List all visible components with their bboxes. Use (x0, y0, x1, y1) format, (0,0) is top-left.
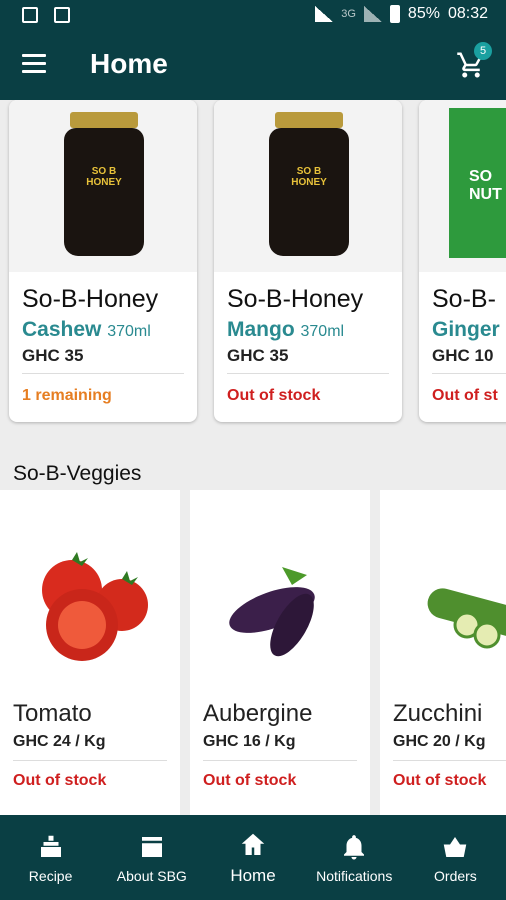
section-title: So-B-Veggies (13, 462, 142, 485)
product-image: SO NUT (419, 100, 506, 272)
stock-status: Out of stock (203, 772, 297, 789)
veggie-name: Zucchini (393, 700, 483, 727)
veggies-row[interactable]: Tomato GHC 24 / Kg Out of stock Aubergin… (0, 490, 506, 815)
clock: 08:32 (447, 5, 488, 22)
aubergine-image (229, 567, 315, 657)
store-icon (141, 836, 162, 857)
product-variant: Ginger (432, 318, 500, 341)
nav-orders[interactable]: Orders (405, 815, 506, 900)
home-icon (241, 833, 265, 855)
nav-recipe[interactable]: Recipe (0, 815, 101, 900)
product-card[interactable]: SO B HONEY So-B-Honey Mango 370ml GHC 35… (214, 100, 402, 422)
stock-status: Out of stock (393, 772, 487, 789)
veggie-name: Aubergine (203, 700, 313, 727)
product-card[interactable]: SO B HONEY So-B-Honey Cashew 370ml GHC 3… (9, 100, 197, 422)
product-variant: Cashew 370ml (22, 318, 151, 341)
bottom-navigation: Recipe About SBG Home Notifications Orde… (0, 815, 506, 900)
veggie-price: GHC 24 / Kg (13, 733, 106, 750)
product-image: SO B HONEY (9, 100, 197, 272)
settings-notification-icon (54, 7, 70, 23)
product-name: So-B- (432, 285, 496, 313)
stock-status: Out of st (432, 387, 498, 404)
cart-button[interactable]: 5 (456, 42, 492, 80)
product-image: SO B HONEY (214, 100, 402, 272)
signal-icon-2 (363, 6, 382, 22)
recipe-icon (40, 835, 61, 857)
product-name: So-B-Honey (22, 285, 159, 313)
stock-status: 1 remaining (22, 387, 112, 404)
network-type: 3G (341, 8, 356, 20)
veggie-card[interactable]: Tomato GHC 24 / Kg Out of stock (0, 490, 180, 815)
signal-icon (315, 6, 334, 22)
product-card[interactable]: SO NUT So-B- Ginger GHC 10 Out of st (419, 100, 506, 422)
veggie-card[interactable]: Zucchini GHC 20 / Kg Out of stock (380, 490, 506, 815)
stock-status: Out of stock (227, 387, 321, 404)
product-price: GHC 35 (22, 346, 84, 365)
tomato-image (42, 552, 148, 661)
veggie-card[interactable]: Aubergine GHC 16 / Kg Out of stock (190, 490, 370, 815)
status-bar: 3G 85% 08:32 (0, 0, 506, 30)
battery-icon (389, 5, 400, 23)
basket-icon (444, 836, 467, 857)
app-bar: Home 5 (0, 30, 506, 100)
cart-count-badge: 5 (474, 42, 492, 60)
veggie-name: Tomato (13, 700, 92, 727)
page-title: Home (90, 48, 168, 79)
veggie-price: GHC 16 / Kg (203, 733, 296, 750)
nav-home[interactable]: Home (202, 815, 303, 900)
honey-products-row[interactable]: SO B HONEY So-B-Honey Cashew 370ml GHC 3… (0, 100, 506, 430)
battery-level: 85% (407, 5, 440, 22)
image-notification-icon (22, 7, 38, 23)
product-variant: Mango 370ml (227, 318, 345, 341)
menu-icon[interactable] (22, 54, 46, 74)
veggie-price: GHC 20 / Kg (393, 733, 486, 750)
stock-status: Out of stock (13, 772, 107, 789)
nav-notifications[interactable]: Notifications (304, 815, 405, 900)
product-name: So-B-Honey (227, 285, 364, 313)
bell-icon (344, 834, 365, 859)
product-price: GHC 35 (227, 346, 289, 365)
nav-about-sbg[interactable]: About SBG (101, 815, 202, 900)
zucchini-image (427, 588, 506, 649)
product-price: GHC 10 (432, 346, 494, 365)
